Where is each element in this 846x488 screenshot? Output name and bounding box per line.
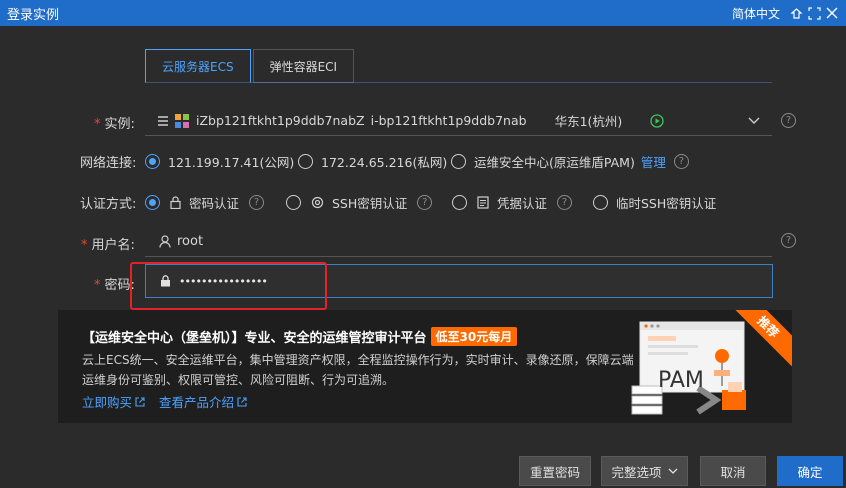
radio-temp-ssh-auth[interactable] (593, 195, 608, 210)
price-badge: 低至30元每月 (430, 327, 518, 346)
expand-icon[interactable] (806, 5, 822, 21)
product-intro-link[interactable]: 查看产品介绍 (159, 392, 247, 411)
radio-public[interactable] (145, 154, 160, 169)
confirm-button[interactable]: 确定 (777, 456, 843, 486)
instance-id: iZbp121ftkht1p9ddb7nabZ (196, 113, 365, 128)
user-icon (159, 235, 171, 248)
title-bar-controls: 简体中文 (732, 0, 846, 26)
external-link-icon (237, 397, 247, 407)
language-selector[interactable]: 简体中文 (732, 5, 780, 22)
instance-label: * 实例: (94, 117, 135, 132)
banner-links: 立即购买 查看产品介绍 (82, 392, 261, 411)
chevron-down-icon (668, 468, 677, 474)
external-link-icon (135, 397, 145, 407)
chevron-down-icon[interactable] (748, 117, 760, 125)
network-option-private[interactable]: 172.24.65.216(私网) (298, 152, 447, 171)
auth-option-ssh[interactable]: SSH密钥认证 ? (286, 193, 433, 212)
radio-pam[interactable] (451, 154, 466, 169)
tab-ecs[interactable]: 云服务器ECS (145, 49, 251, 83)
network-option-public[interactable]: 121.199.17.41(公网) (145, 152, 294, 171)
promo-banner: 【运维安全中心（堡垒机）】专业、安全的运维管控审计平台 低至30元每月 云上EC… (58, 310, 792, 423)
manage-link[interactable]: 管理 (641, 152, 666, 171)
username-input[interactable]: root (145, 227, 772, 257)
auth-label: 认证方式: (80, 197, 137, 212)
radio-credential-auth[interactable] (452, 195, 467, 210)
reset-password-button[interactable]: 重置密码 (519, 456, 591, 486)
auth-option-temp-ssh[interactable]: 临时SSH密钥认证 (593, 193, 716, 212)
network-help-icon[interactable]: ? (673, 154, 689, 169)
username-help-icon[interactable]: ? (781, 233, 796, 248)
buy-now-link[interactable]: 立即购买 (82, 392, 145, 411)
instance-os-icon (175, 113, 189, 128)
pam-illustration: PAM (628, 318, 778, 423)
instance-help-icon[interactable]: ? (781, 113, 796, 128)
list-icon (157, 115, 169, 127)
banner-title: 【运维安全中心（堡垒机）】专业、安全的运维管控审计平台 低至30元每月 (82, 327, 518, 346)
pin-icon[interactable] (788, 5, 804, 21)
banner-description: 云上ECS统一、安全运维平台，集中管理资产权限，全程监控操作行为，实时审计、录像… (82, 353, 634, 387)
username-label: * 用户名: (81, 238, 135, 253)
pam-text: PAM (658, 368, 704, 393)
password-auth-help-icon[interactable]: ? (249, 195, 265, 210)
tab-divider (145, 82, 772, 83)
ssh-auth-help-icon[interactable]: ? (417, 195, 433, 210)
lock-icon (170, 196, 181, 209)
instance-select[interactable]: iZbp121ftkht1p9ddb7nabZ i-bp121ftkht1p9d… (145, 106, 772, 136)
credential-icon (477, 196, 489, 209)
radio-private[interactable] (298, 154, 313, 169)
instance-region: 华东1(杭州) (554, 114, 623, 129)
network-option-pam[interactable]: 运维安全中心(原运维盾PAM) 管理 ? (451, 152, 689, 171)
tab-bar: 云服务器ECS 弹性容器ECI (145, 49, 356, 83)
lock-icon (160, 275, 171, 287)
key-icon (311, 196, 324, 209)
password-label: * 密码: (94, 278, 135, 293)
full-options-button[interactable]: 完整选项 (601, 456, 688, 486)
network-label: 网络连接: (80, 156, 137, 171)
password-input[interactable]: •••••••••••••••• (145, 264, 773, 298)
cancel-button[interactable]: 取消 (700, 456, 766, 486)
radio-ssh-auth[interactable] (286, 195, 301, 210)
close-icon[interactable] (824, 5, 840, 21)
radio-password-auth[interactable] (145, 195, 160, 210)
auth-option-credential[interactable]: 凭据认证 ? (452, 193, 573, 212)
auth-option-password[interactable]: 密码认证 ? (145, 193, 265, 212)
credential-auth-help-icon[interactable]: ? (557, 195, 573, 210)
instance-instance-id: i-bp121ftkht1p9ddb7nab (370, 113, 527, 128)
title-bar: 登录实例 简体中文 (0, 0, 846, 26)
username-value: root (177, 234, 204, 249)
tab-eci[interactable]: 弹性容器ECI (252, 49, 355, 83)
running-status-icon (650, 113, 664, 128)
window-title: 登录实例 (7, 7, 60, 23)
password-value: •••••••••••••••• (179, 274, 268, 288)
